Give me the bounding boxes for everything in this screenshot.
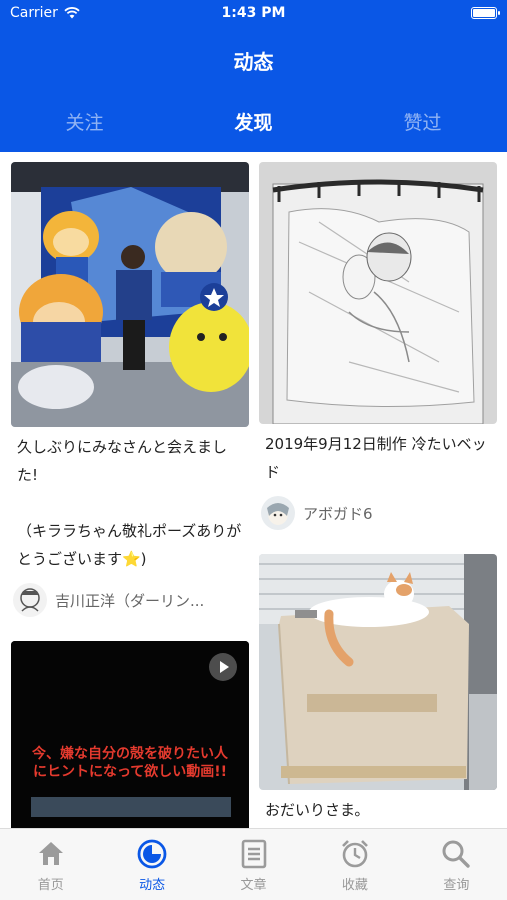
avatar[interactable] (13, 583, 47, 617)
author-name: アボガド6 (303, 504, 373, 523)
post-author[interactable]: 吉川正洋（ダーリン... (11, 573, 249, 627)
tabbar-label: 文章 (240, 878, 267, 893)
cat-box-photo-image (259, 554, 497, 790)
post-image[interactable] (11, 162, 249, 427)
video-overlay-text: 今、嫌な自分の殻を破りたい人にヒントになって欲しい動画!! (32, 746, 228, 780)
post-caption: 2019年9月12日制作 冷たいベッド (265, 435, 487, 481)
post-caption: 久しぶりにみなさんと会えました! （キララちゃん敬礼ポーズありがとうございます⭐… (17, 438, 242, 568)
alarm-clock-icon (342, 840, 368, 868)
feed-column-right: 2019年9月12日制作 冷たいベッド アボガド6 おだいりさま。 (259, 162, 497, 828)
article-icon (241, 839, 266, 869)
bottom-tabbar: 首页 动态 文章 收藏 查询 (0, 828, 507, 900)
bed-illustration-image (259, 162, 497, 424)
tabbar-item-moments[interactable]: 动态 (101, 829, 202, 900)
video-thumbnail[interactable]: 今、嫌な自分の殻を破りたい人にヒントになって欲しい動画!! (11, 641, 249, 828)
battery-icon (471, 7, 500, 19)
post-caption: おだいりさま。 (265, 801, 370, 819)
tabbar-item-search[interactable]: 查询 (406, 829, 507, 900)
home-icon (38, 842, 63, 865)
page-title: 动态 (233, 50, 274, 74)
feed-card[interactable]: 久しぶりにみなさんと会えました! （キララちゃん敬礼ポーズありがとうございます⭐… (11, 162, 249, 627)
post-image[interactable] (259, 554, 497, 790)
post-image[interactable] (259, 162, 497, 424)
tabbar-label: 查询 (443, 878, 470, 893)
search-icon (442, 840, 471, 868)
mascot-photo-image (11, 162, 249, 427)
feed-card[interactable]: おだいりさま。 (259, 554, 497, 824)
moments-icon (137, 839, 167, 869)
tabbar-item-home[interactable]: 首页 (0, 829, 101, 900)
segment-tabs: 关注 发现 赞过 (0, 108, 507, 144)
feed-card[interactable]: 2019年9月12日制作 冷たいベッド アボガド6 (259, 162, 497, 540)
avatar[interactable] (261, 496, 295, 530)
tab-discover[interactable]: 发现 (169, 108, 338, 144)
tab-follow[interactable]: 关注 (0, 108, 169, 144)
status-time: 1:43 PM (221, 5, 286, 21)
tabbar-label: 动态 (139, 878, 166, 893)
status-bar: Carrier 1:43 PM (0, 0, 507, 28)
play-icon[interactable] (209, 653, 237, 681)
tabbar-label: 收藏 (341, 878, 368, 893)
feed-column-left: 久しぶりにみなさんと会えました! （キララちゃん敬礼ポーズありがとうございます⭐… (11, 162, 249, 828)
nav-header: Carrier 1:43 PM 动态 关注 发现 赞过 (0, 0, 507, 152)
tabbar-item-article[interactable]: 文章 (203, 829, 304, 900)
feed-card[interactable]: 今、嫌な自分の殻を破りたい人にヒントになって欲しい動画!! (11, 641, 249, 828)
post-author[interactable]: アボガド6 (259, 486, 497, 540)
tabbar-label: 首页 (37, 878, 64, 893)
tabbar-item-favorites[interactable]: 收藏 (304, 829, 405, 900)
tab-liked[interactable]: 赞过 (338, 108, 507, 144)
feed-grid[interactable]: 久しぶりにみなさんと会えました! （キララちゃん敬礼ポーズありがとうございます⭐… (0, 152, 507, 828)
author-name: 吉川正洋（ダーリン... (55, 591, 205, 610)
